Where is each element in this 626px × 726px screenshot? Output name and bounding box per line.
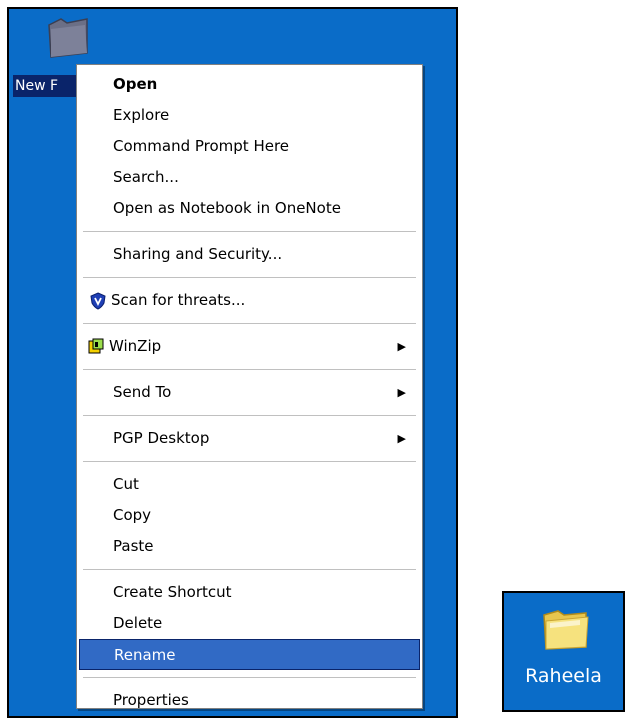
menu-item-explore[interactable]: Explore: [79, 100, 420, 131]
folder-icon[interactable]: [43, 15, 93, 61]
submenu-arrow-icon: ▶: [397, 386, 406, 399]
menu-item-create-shortcut[interactable]: Create Shortcut: [79, 577, 420, 608]
menu-item-search[interactable]: Search...: [79, 162, 420, 193]
menu-item-rename[interactable]: Rename: [79, 639, 420, 670]
desktop: New F Open Explore Command Prompt Here S…: [7, 7, 458, 718]
menu-item-pgp-desktop[interactable]: PGP Desktop ▶: [79, 423, 420, 454]
menu-item-label: PGP Desktop: [113, 429, 210, 447]
folder-icon[interactable]: [540, 607, 592, 653]
menu-item-copy[interactable]: Copy: [79, 500, 420, 531]
context-menu: Open Explore Command Prompt Here Search.…: [76, 64, 423, 709]
submenu-arrow-icon: ▶: [397, 340, 406, 353]
menu-item-properties[interactable]: Properties: [79, 685, 420, 716]
menu-separator: [83, 323, 416, 324]
menu-item-label: Send To: [113, 383, 172, 401]
menu-separator: [83, 231, 416, 232]
folder-name-label[interactable]: New F: [13, 75, 77, 97]
menu-separator: [83, 277, 416, 278]
menu-item-scan[interactable]: Scan for threats...: [79, 285, 420, 316]
menu-separator: [83, 677, 416, 678]
menu-item-open[interactable]: Open: [79, 69, 420, 100]
menu-item-send-to[interactable]: Send To ▶: [79, 377, 420, 408]
menu-separator: [83, 415, 416, 416]
folder-name-label[interactable]: Raheela: [504, 665, 623, 687]
winzip-icon: [88, 338, 104, 354]
menu-item-winzip[interactable]: WinZip ▶: [79, 331, 420, 362]
menu-item-command-prompt[interactable]: Command Prompt Here: [79, 131, 420, 162]
shield-icon: [90, 292, 106, 310]
menu-separator: [83, 569, 416, 570]
menu-item-sharing[interactable]: Sharing and Security...: [79, 239, 420, 270]
menu-separator: [83, 369, 416, 370]
menu-item-cut[interactable]: Cut: [79, 469, 420, 500]
submenu-arrow-icon: ▶: [397, 432, 406, 445]
menu-item-paste[interactable]: Paste: [79, 531, 420, 562]
menu-separator: [83, 461, 416, 462]
menu-item-onenote[interactable]: Open as Notebook in OneNote: [79, 193, 420, 224]
renamed-folder-panel: Raheela: [502, 591, 625, 712]
menu-item-delete[interactable]: Delete: [79, 608, 420, 639]
